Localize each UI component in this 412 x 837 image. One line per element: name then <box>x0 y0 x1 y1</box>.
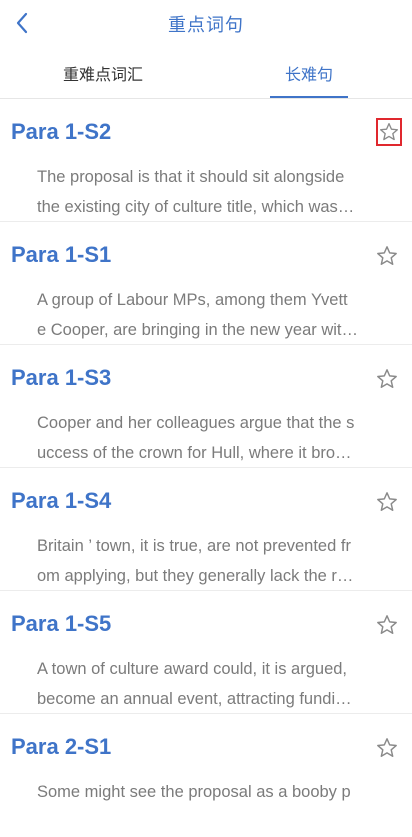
list-item[interactable]: Para 1-S4 Britain ’ town, it is true, ar… <box>0 468 412 591</box>
star-icon <box>377 615 397 634</box>
list-item[interactable]: Para 1-S5 A town of culture award could,… <box>0 591 412 714</box>
sentence-line-1: Some might see the proposal as a booby p <box>37 783 351 801</box>
item-title: Para 1-S5 <box>11 611 112 636</box>
tab-bar: 重难点词汇 长难句 <box>0 48 412 99</box>
star-icon <box>377 492 397 511</box>
favorite-button[interactable] <box>376 737 398 759</box>
item-title: Para 2-S1 <box>11 734 112 759</box>
star-icon <box>377 246 397 265</box>
star-icon <box>377 738 397 757</box>
sentence-line-2: om applying, but they generally lack the… <box>37 567 354 585</box>
favorite-button[interactable] <box>376 614 398 636</box>
page-title: 重点词句 <box>168 15 244 36</box>
chevron-left-icon <box>16 12 28 34</box>
list-item[interactable]: Para 2-S1 Some might see the proposal as… <box>0 714 412 837</box>
item-title: Para 1-S4 <box>11 488 112 513</box>
sentence-line-2: e Cooper, are bringing in the new year w… <box>37 321 359 339</box>
back-button[interactable] <box>10 8 34 38</box>
sentence-line-1: The proposal is that it should sit along… <box>37 168 345 186</box>
top-bar: 重点词句 <box>0 0 412 48</box>
tab-label: 长难句 <box>284 65 333 84</box>
sentence-line-2: the existing city of culture title, whic… <box>37 198 355 216</box>
active-tab-indicator <box>270 96 348 98</box>
star-icon <box>380 123 398 141</box>
item-title: Para 1-S2 <box>11 119 112 144</box>
item-title: Para 1-S1 <box>11 242 112 267</box>
list-item[interactable]: Para 1-S3 Cooper and her colleagues argu… <box>0 345 412 468</box>
sentence-line-1: A group of Labour MPs, among them Yvett <box>37 291 348 309</box>
tab-label: 重难点词汇 <box>62 65 143 84</box>
favorite-button[interactable] <box>376 245 398 267</box>
favorite-button[interactable] <box>376 491 398 513</box>
tab-long-sentences[interactable]: 长难句 <box>206 48 412 98</box>
sentence-line-1: Cooper and her colleagues argue that the… <box>37 414 355 432</box>
sentence-line-2: become an annual event, attracting fundi… <box>37 690 352 708</box>
list-item[interactable]: Para 1-S2 The proposal is that it should… <box>0 99 412 222</box>
list-item[interactable]: Para 1-S1 A group of Labour MPs, among t… <box>0 222 412 345</box>
sentence-list: Para 1-S2 The proposal is that it should… <box>0 99 412 837</box>
sentence-line-1: A town of culture award could, it is arg… <box>37 660 348 678</box>
tab-key-vocabulary[interactable]: 重难点词汇 <box>0 48 206 98</box>
favorite-button[interactable] <box>376 118 402 146</box>
item-title: Para 1-S3 <box>11 365 112 390</box>
star-icon <box>377 369 397 388</box>
sentence-line-2: uccess of the crown for Hull, where it b… <box>37 444 352 462</box>
favorite-button[interactable] <box>376 368 398 390</box>
sentence-line-1: Britain ’ town, it is true, are not prev… <box>37 537 351 555</box>
